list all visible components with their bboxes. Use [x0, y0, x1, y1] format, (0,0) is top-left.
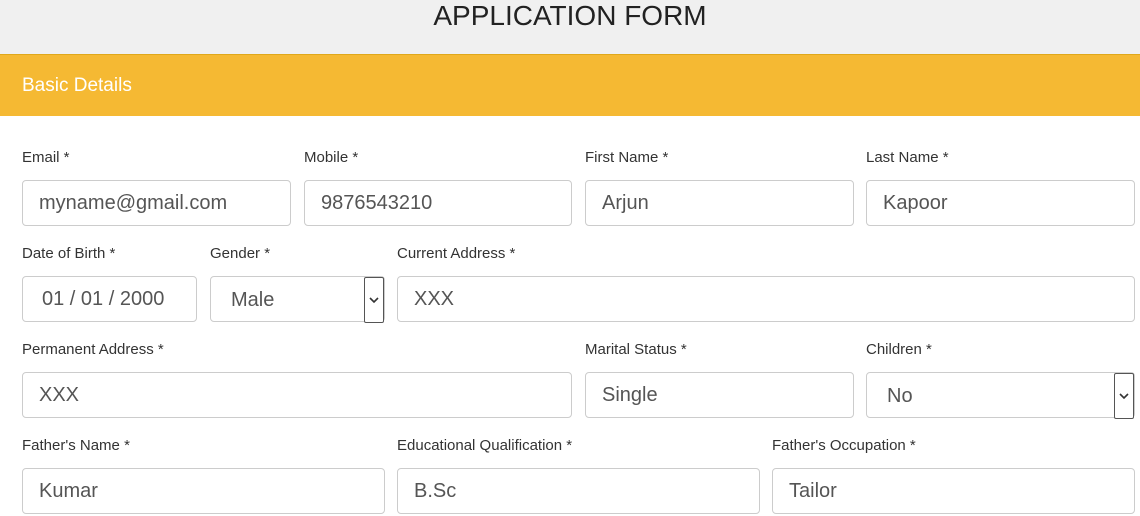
fathers-name-field[interactable]: [22, 468, 385, 514]
marital-status-field[interactable]: [585, 372, 854, 418]
fathers-name-label: Father's Name *: [22, 437, 130, 454]
section-title: Basic Details: [22, 74, 132, 96]
children-select[interactable]: No: [866, 372, 1135, 419]
chevron-down-icon[interactable]: [1114, 373, 1134, 419]
children-label: Children *: [866, 341, 932, 358]
gender-label: Gender *: [210, 245, 271, 262]
email-field[interactable]: [22, 180, 291, 226]
dob-value: 01 / 01 / 2000: [42, 288, 165, 310]
first-name-label: First Name *: [585, 149, 669, 166]
mobile-label: Mobile *: [304, 149, 359, 166]
dob-label: Date of Birth *: [22, 245, 116, 262]
gender-select[interactable]: Male: [210, 276, 385, 323]
education-field[interactable]: [397, 468, 760, 514]
chevron-down-icon[interactable]: [364, 277, 384, 323]
education-label: Educational Qualification *: [397, 437, 573, 454]
title-bar: APPLICATION FORM: [0, 0, 1140, 54]
dob-date-field[interactable]: 01 / 01 / 2000: [22, 276, 197, 322]
section-header-basic-details: Basic Details: [0, 54, 1140, 116]
permanent-address-label: Permanent Address *: [22, 341, 164, 358]
current-address-label: Current Address *: [397, 245, 516, 262]
mobile-field[interactable]: [304, 180, 572, 226]
page-title: APPLICATION FORM: [433, 0, 707, 31]
last-name-field[interactable]: [866, 180, 1135, 226]
fathers-occupation-field[interactable]: [772, 468, 1135, 514]
gender-selected-value: Male: [231, 289, 275, 311]
fathers-occupation-label: Father's Occupation *: [772, 437, 916, 454]
first-name-field[interactable]: [585, 180, 854, 226]
children-selected-value: No: [887, 385, 913, 407]
marital-status-label: Marital Status *: [585, 341, 687, 358]
email-label: Email *: [22, 149, 70, 166]
current-address-field[interactable]: [397, 276, 1135, 322]
last-name-label: Last Name *: [866, 149, 949, 166]
permanent-address-field[interactable]: [22, 372, 572, 418]
